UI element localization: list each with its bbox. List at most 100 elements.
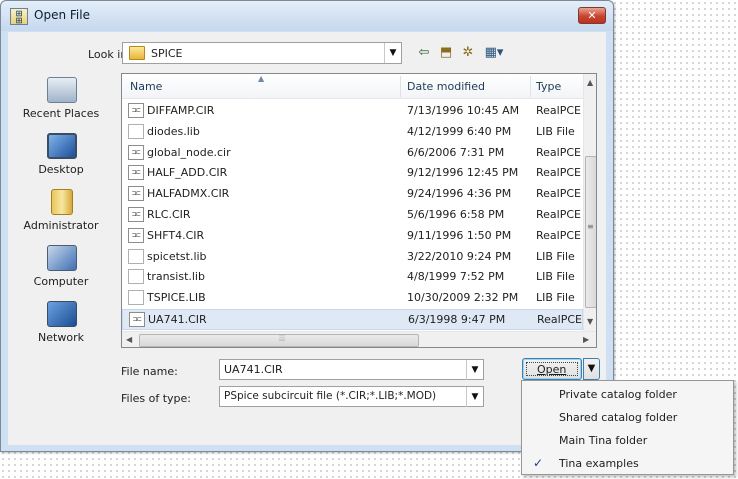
open-button[interactable]: Open (522, 358, 582, 380)
date-modified-cell: 3/22/2010 9:24 PM (407, 249, 512, 263)
back-icon[interactable]: ⇦ (416, 45, 432, 61)
date-modified-cell: 10/30/2009 2:32 PM (407, 291, 519, 305)
files-of-type-value: PSpice subcircuit file (*.CIR;*.LIB;*.MO… (224, 390, 437, 402)
date-modified-cell: 9/11/1996 1:50 PM (407, 228, 512, 242)
file-name-label: File name: (121, 365, 178, 378)
column-header: Name ▲ Date modified Type (122, 74, 583, 99)
date-modified-cell: 6/6/2006 7:31 PM (407, 145, 505, 159)
file-name-cell: HALF_ADD.CIR (147, 166, 228, 180)
type-cell: RealPCE (536, 187, 581, 201)
type-cell: RealPCE (536, 207, 581, 221)
menu-item-label: Private catalog folder (559, 388, 677, 401)
close-button[interactable]: ✕ (578, 7, 606, 24)
place-label: Administrator (23, 219, 99, 232)
type-cell: LIB File (536, 124, 575, 138)
file-row[interactable]: TSPICE.LIB 10/30/2009 2:32 PM LIB File (122, 288, 583, 309)
date-modified-cell: 5/6/1996 6:58 PM (407, 207, 505, 221)
menu-item-label: Shared catalog folder (559, 411, 678, 424)
file-list[interactable]: Name ▲ Date modified Type ⊐⊏ DIFFAMP.CIR 7… (121, 73, 597, 348)
file-row[interactable]: ⊐⊏ DIFFAMP.CIR 7/13/1996 10:45 AM RealPCE (122, 101, 583, 122)
horizontal-scrollbar[interactable]: ◀ ⦙⦙⦙ ▶ (122, 331, 596, 347)
place-label: Network (38, 331, 84, 344)
menu-item-label: Tina examples (559, 457, 639, 470)
app-icon: ⊞ ⊞ (10, 8, 28, 25)
scroll-thumb[interactable] (585, 156, 596, 308)
file-row[interactable]: transist.lib 4/8/1999 7:52 PM LIB File (122, 267, 583, 288)
circuit-file-icon: ⊐⊏ (128, 227, 144, 243)
type-cell: RealPCE (537, 312, 582, 326)
folder-icon (129, 46, 145, 60)
file-name-cell: HALFADMX.CIR (147, 187, 230, 201)
date-modified-cell: 4/12/1999 6:40 PM (407, 124, 512, 138)
library-file-icon (128, 290, 144, 306)
library-file-icon (128, 269, 144, 285)
column-date-modified[interactable]: Date modified (407, 80, 485, 93)
place-label: Recent Places (22, 107, 100, 120)
user-folder-icon (51, 189, 73, 215)
circuit-file-icon: ⊐⊏ (128, 144, 144, 160)
date-modified-cell: 9/24/1996 4:36 PM (407, 187, 512, 201)
file-name-cell: transist.lib (147, 270, 205, 284)
file-name-cell: UA741.CIR (148, 312, 207, 326)
scroll-left-icon[interactable]: ◀ (126, 335, 132, 344)
chevron-down-icon[interactable]: ▼ (384, 43, 401, 63)
checkmark-icon: ✓ (533, 456, 544, 470)
place-computer[interactable]: Computer (14, 241, 108, 297)
place-desktop[interactable]: Desktop (14, 129, 108, 185)
column-type[interactable]: Type (536, 80, 561, 93)
files-of-type-label: Files of type: (121, 392, 192, 405)
chevron-down-icon[interactable]: ▼ (466, 387, 483, 407)
file-row[interactable]: ⊐⊏ RLC.CIR 5/6/1996 6:58 PM RealPCE (122, 205, 583, 226)
open-split-arrow-button[interactable]: ▼ (583, 358, 600, 380)
type-cell: RealPCE (536, 228, 581, 242)
place-recent-places[interactable]: Recent Places (14, 73, 108, 129)
up-folder-icon[interactable]: ⬒ (438, 45, 454, 61)
menu-item-main-tina-folder[interactable]: Main Tina folder (522, 429, 733, 452)
network-icon (47, 301, 77, 327)
file-rows: ⊐⊏ DIFFAMP.CIR 7/13/1996 10:45 AM RealPCE di… (122, 101, 583, 330)
circuit-file-icon: ⊐⊏ (128, 165, 144, 181)
open-location-menu: Private catalog folder Shared catalog fo… (521, 380, 734, 475)
desktop-icon (47, 133, 77, 159)
circuit-file-icon: ⊐⊏ (128, 206, 144, 222)
menu-item-private-catalog-folder[interactable]: Private catalog folder (522, 383, 733, 406)
scroll-down-icon[interactable]: ▼ (587, 317, 593, 326)
file-row[interactable]: ⊐⊏ global_node.cir 6/6/2006 7:31 PM RealPCE (122, 143, 583, 164)
date-modified-cell: 6/3/1998 9:47 PM (408, 312, 506, 326)
circuit-file-icon: ⊐⊏ (129, 311, 145, 327)
column-divider[interactable] (530, 76, 531, 97)
column-divider[interactable] (400, 76, 401, 97)
column-name[interactable]: Name (130, 80, 162, 93)
views-menu-icon[interactable]: ▦▾ (482, 45, 506, 61)
grip-icon: ⦙⦙⦙ (279, 334, 286, 344)
date-modified-cell: 7/13/1996 10:45 AM (407, 104, 520, 117)
file-row[interactable]: diodes.lib 4/12/1999 6:40 PM LIB File (122, 122, 583, 143)
circuit-file-icon: ⊐⊏ (128, 103, 144, 118)
place-administrator[interactable]: Administrator (14, 185, 108, 241)
library-file-icon (128, 123, 144, 139)
file-row[interactable]: spicetst.lib 3/22/2010 9:24 PM LIB File (122, 247, 583, 268)
file-name-field[interactable]: UA741.CIR ▼ (219, 359, 484, 380)
file-name-cell: RLC.CIR (147, 207, 191, 221)
file-row[interactable]: ⊐⊏ HALFADMX.CIR 9/24/1996 4:36 PM RealPCE (122, 184, 583, 205)
file-row[interactable]: ⊐⊏ SHFT4.CIR 9/11/1996 1:50 PM RealPCE (122, 226, 583, 247)
scroll-up-icon[interactable]: ▲ (587, 78, 593, 87)
title-bar: ⊞ ⊞ Open File ✕ (1, 1, 613, 31)
menu-item-shared-catalog-folder[interactable]: Shared catalog folder (522, 406, 733, 429)
vertical-scrollbar[interactable]: ▲ ≡ ▼ (583, 74, 596, 331)
new-folder-icon[interactable]: ✲ (460, 45, 476, 61)
file-name-cell: diodes.lib (147, 124, 200, 138)
file-row[interactable]: ⊐⊏ UA741.CIR 6/3/1998 9:47 PM RealPCE (122, 308, 583, 330)
look-in-combo[interactable]: SPICE ▼ (122, 42, 402, 64)
file-row[interactable]: ⊐⊏ HALF_ADD.CIR 9/12/1996 12:45 PM RealPCE (122, 163, 583, 184)
type-cell: LIB File (536, 291, 575, 305)
file-name-value: UA741.CIR (224, 363, 283, 376)
scroll-right-icon[interactable]: ▶ (583, 335, 589, 344)
files-of-type-select[interactable]: PSpice subcircuit file (*.CIR;*.LIB;*.MO… (219, 386, 484, 407)
place-label: Computer (33, 275, 89, 288)
place-network[interactable]: Network (14, 297, 108, 353)
sort-ascending-icon: ▲ (258, 74, 265, 83)
chevron-down-icon[interactable]: ▼ (466, 360, 483, 380)
type-cell: LIB File (536, 249, 575, 263)
menu-item-tina-examples[interactable]: ✓ Tina examples (522, 452, 733, 475)
